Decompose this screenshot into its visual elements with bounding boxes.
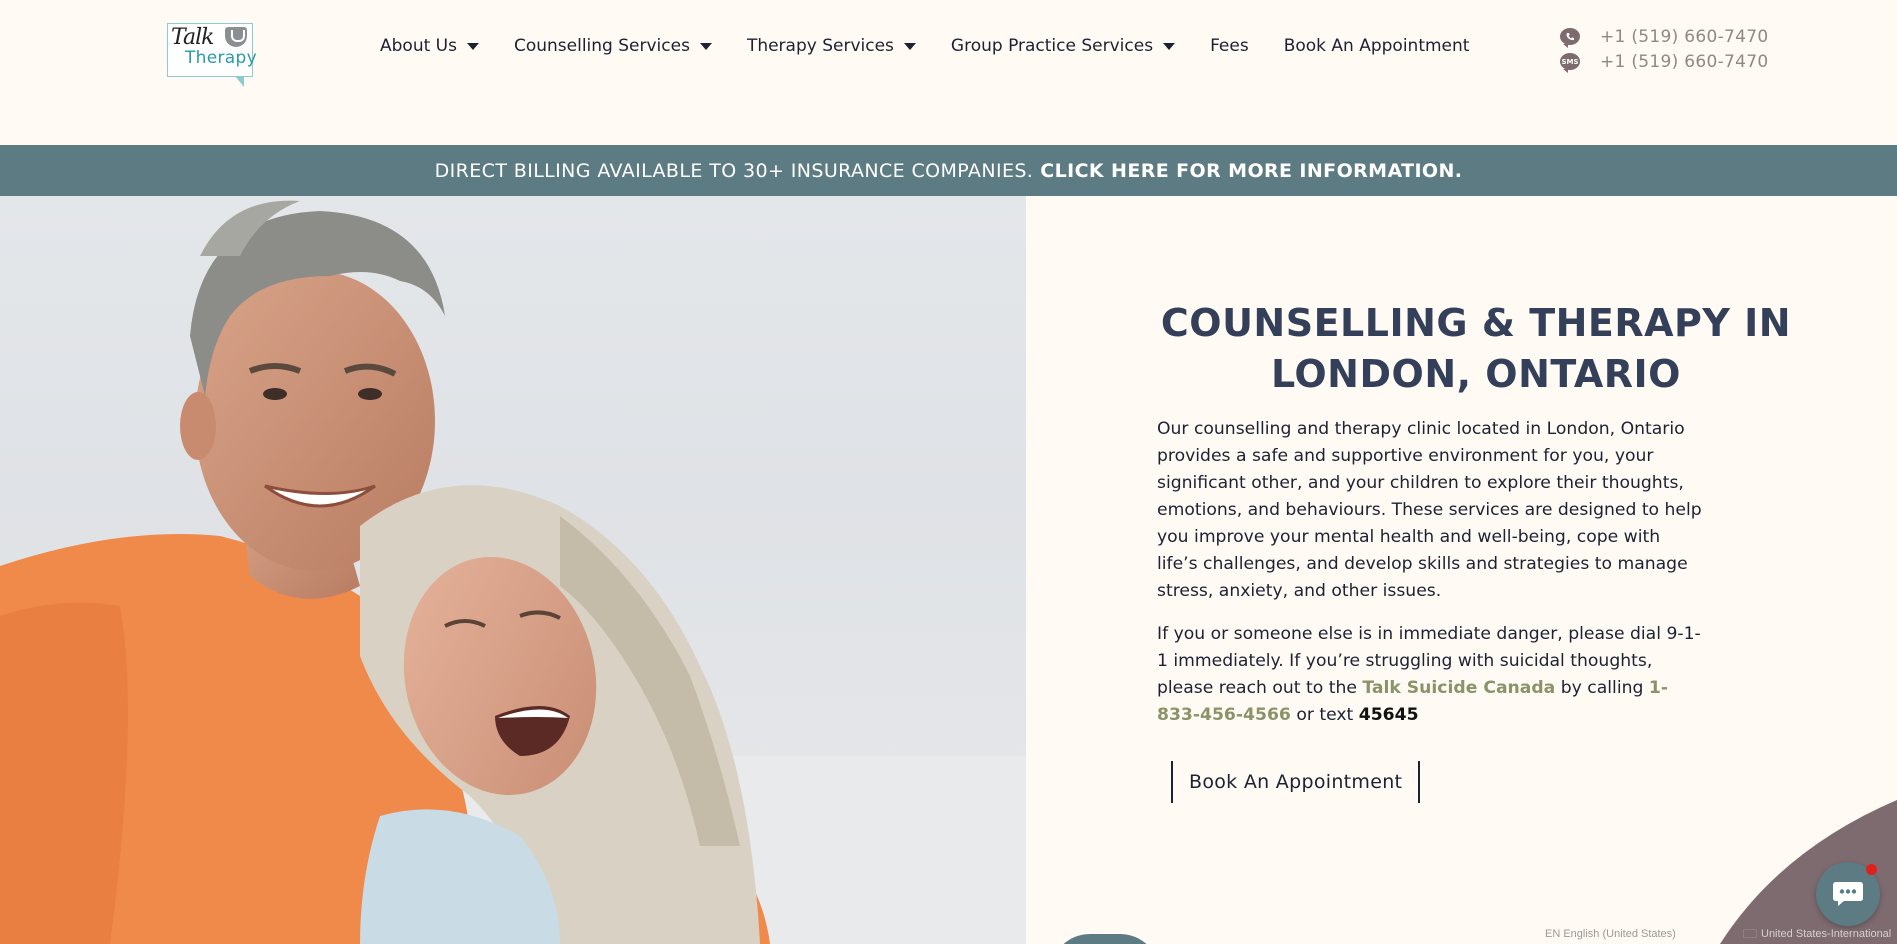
chat-notification-badge [1866, 864, 1877, 875]
nav-fees[interactable]: Fees [1210, 36, 1249, 56]
crisis-text-middle: by calling [1555, 678, 1649, 698]
intro-paragraph: Our counselling and therapy clinic locat… [1157, 419, 1702, 601]
keyboard-layout-label[interactable]: United States-International [1743, 928, 1891, 940]
contact-info: +1 (519) 660-7470 SMS +1 (519) 660-7470 [1560, 24, 1769, 74]
nav-about-us[interactable]: About Us [380, 36, 479, 56]
caret-down-icon [1163, 42, 1176, 50]
nav-label: Group Practice Services [950, 36, 1154, 56]
language-input-label[interactable]: EN English (United States) [1545, 928, 1676, 940]
phone-number: +1 (519) 660-7470 [1600, 26, 1769, 47]
logo-text-talk: Talk [171, 25, 214, 50]
crisis-text-number: 45645 [1358, 705, 1419, 725]
crisis-text-after: or text [1290, 705, 1359, 725]
logo-text-therapy: Therapy [185, 48, 257, 68]
banner-link[interactable]: CLICK HERE FOR MORE INFORMATION. [1040, 160, 1462, 182]
talk-therapy-logo[interactable]: Talk Therapy [165, 20, 257, 88]
couple-photo-illustration [0, 200, 1026, 944]
nav-book-appointment[interactable]: Book An Appointment [1284, 36, 1470, 56]
caret-down-icon [466, 42, 479, 50]
phone-contact[interactable]: +1 (519) 660-7470 [1560, 24, 1769, 49]
site-header: Talk Therapy About Us Counselling Servic… [0, 0, 1897, 145]
sms-contact[interactable]: SMS +1 (519) 660-7470 [1560, 49, 1769, 74]
keyboard-icon [1743, 928, 1757, 938]
talk-suicide-canada-link[interactable]: Talk Suicide Canada [1362, 678, 1555, 698]
keyboard-layout-text: United States-International [1761, 927, 1892, 940]
banner-text: DIRECT BILLING AVAILABLE TO 30+ INSURANC… [434, 159, 1034, 182]
nav-label: About Us [380, 36, 457, 56]
language-indicator-bar: EN English (United States) United States… [1515, 923, 1897, 944]
chat-bubble-icon [1833, 882, 1863, 906]
phone-icon [1560, 28, 1580, 48]
main-navigation: About Us Counselling Services Therapy Se… [380, 36, 1504, 56]
nav-label: Fees [1210, 36, 1249, 56]
page-title: COUNSELLING & THERAPY IN LONDON, ONTARIO [1160, 301, 1792, 396]
crisis-paragraph: If you or someone else is in immediate d… [1157, 621, 1702, 729]
nav-label: Therapy Services [746, 36, 894, 56]
caret-down-icon [699, 42, 712, 50]
nav-group-practice-services[interactable]: Group Practice Services [950, 36, 1176, 56]
nav-label: Book An Appointment [1283, 36, 1470, 56]
sms-icon: SMS [1560, 53, 1580, 73]
nav-counselling-services[interactable]: Counselling Services [514, 36, 712, 56]
caret-down-icon [903, 42, 916, 50]
hero-photo-couple [0, 196, 1026, 944]
nav-therapy-services[interactable]: Therapy Services [747, 36, 916, 56]
nav-label: Counselling Services [513, 36, 690, 56]
sms-number: +1 (519) 660-7470 [1600, 51, 1769, 72]
direct-billing-banner[interactable]: DIRECT BILLING AVAILABLE TO 30+ INSURANC… [0, 145, 1897, 196]
logo-speech-tail [235, 76, 244, 87]
book-appointment-button[interactable]: Book An Appointment [1171, 761, 1421, 803]
